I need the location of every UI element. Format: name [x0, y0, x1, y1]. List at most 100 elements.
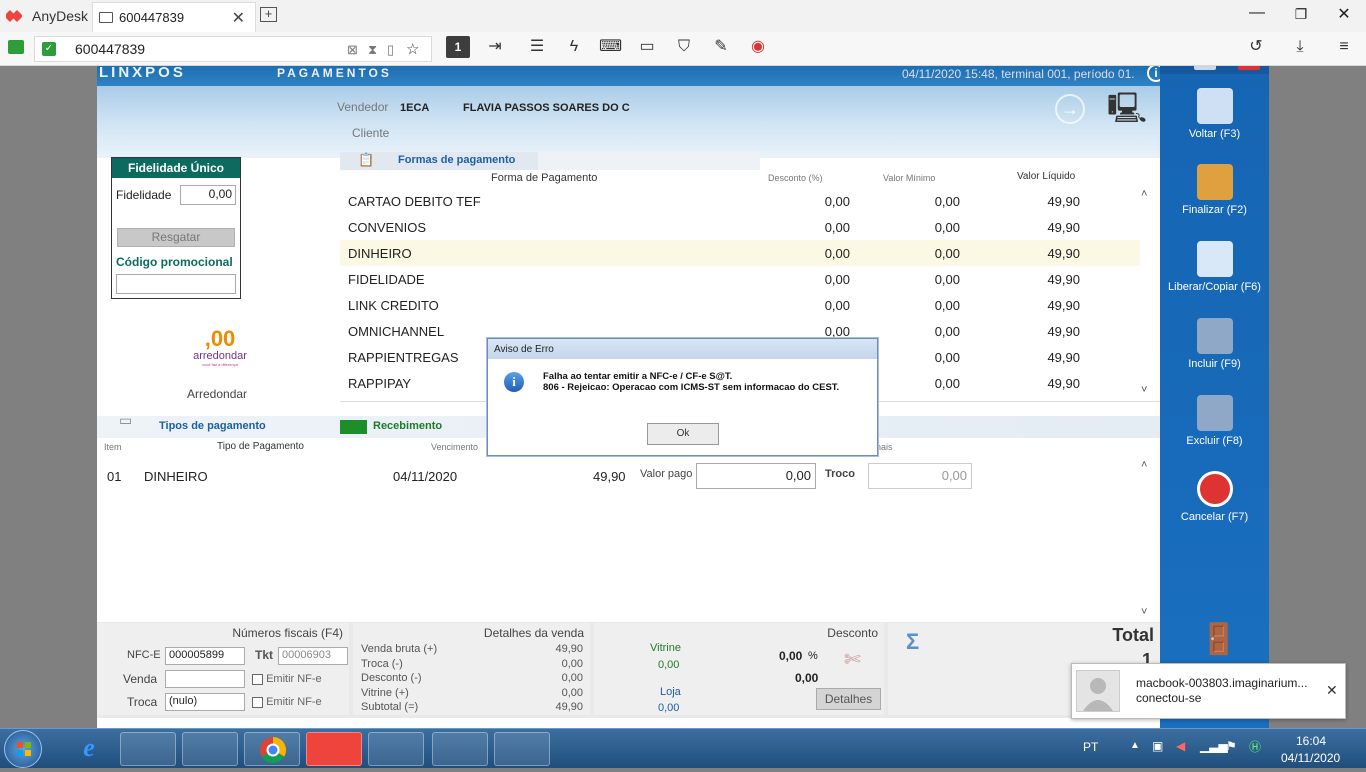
ok-button[interactable]: Ok [647, 423, 719, 445]
close-app-icon[interactable] [1238, 66, 1260, 70]
venda-input[interactable] [165, 670, 245, 688]
anydesk-task-icon[interactable] [306, 732, 362, 766]
detalhes-button[interactable]: Detalhes [816, 688, 881, 710]
forma-row[interactable]: DINHEIRO 0,00 0,00 49,90 [340, 240, 1140, 266]
valor-pago-label: Valor pago [640, 468, 693, 480]
payment-row[interactable]: 01 DINHEIRO 04/11/2020 49,90 Valor pago … [97, 461, 1160, 489]
close-window-button[interactable]: ✕ [1329, 4, 1359, 24]
forma-row[interactable]: CARTAO DEBITO TEF 0,00 0,00 49,90 [340, 188, 1140, 214]
record-session-icon[interactable]: ◉ [747, 37, 769, 57]
vitrine-label: Vitrine [650, 642, 681, 654]
emitir-nfe-checkbox[interactable] [252, 673, 263, 685]
valor-pago-input[interactable]: 0,00 [696, 463, 816, 489]
volume-muted-icon[interactable]: ◀ [1176, 739, 1185, 753]
minimize-app-icon[interactable] [1194, 66, 1216, 70]
sidebar-button-3[interactable]: Liberar/Copiar (F6) [1160, 241, 1269, 293]
internet-explorer-icon[interactable]: e [66, 733, 112, 765]
sidebar-button-label: Excluir (F8) [1186, 435, 1243, 447]
actions-lightning-icon[interactable]: ϟ [563, 37, 585, 57]
signal-icon[interactable]: ▁▃▅ [1200, 739, 1228, 753]
lock-icon[interactable]: ▯ [387, 42, 394, 58]
numeros-fiscais-title[interactable]: Números fiscais (F4) [232, 626, 343, 640]
minimize-button[interactable]: — [1242, 4, 1272, 22]
codigo-promocional-label: Código promocional [116, 255, 233, 269]
tray-expand-icon[interactable]: ▲ [1130, 740, 1140, 751]
download-icon[interactable]: ⤓ [1289, 37, 1311, 57]
add-register-icon [1196, 318, 1233, 354]
app-task-icon[interactable] [368, 732, 424, 766]
recebimento-tab-label[interactable]: Recebimento [373, 420, 442, 432]
detalhes-venda-panel: Detalhes da venda Venda bruta (+) 49,90 Tr… [353, 623, 590, 715]
chat-icon[interactable]: ☰ [526, 37, 548, 57]
pay-scroll-down-icon[interactable]: ˅ [1141, 606, 1147, 618]
vendedor-code: 1ECA [400, 102, 430, 114]
codigo-promocional-input[interactable] [116, 274, 236, 294]
payment-vencimento: 04/11/2020 [393, 469, 458, 484]
nfce-input[interactable]: 000005899 [165, 647, 245, 665]
keyboard-icon[interactable]: ⌨ [599, 37, 622, 57]
chrome-icon[interactable] [244, 732, 300, 766]
scroll-up-icon[interactable]: ˄ [1141, 188, 1147, 200]
hourglass-icon[interactable]: ⧗ [368, 42, 377, 58]
troca-input[interactable]: (nulo) [165, 693, 245, 711]
display-settings-icon[interactable]: ▭ [636, 37, 658, 57]
unattended-icon[interactable]: ⊠ [347, 42, 358, 58]
tipos-tab-label[interactable]: Tipos de pagamento [159, 420, 266, 432]
whiteboard-pen-icon[interactable]: ✎ [710, 37, 732, 57]
tray-app-icon[interactable]: Ⓗ [1249, 738, 1261, 755]
file-explorer-icon[interactable] [120, 732, 176, 766]
sidebar-button-6[interactable]: Cancelar (F7) [1160, 471, 1269, 523]
sidebar-button-2[interactable]: Finalizar (F2) [1160, 164, 1269, 216]
monitor-icon [99, 12, 113, 23]
remote-desktop-task-icon[interactable] [494, 732, 550, 766]
arredondar-logo[interactable]: ,00 arredondar você faz a diferença [190, 328, 250, 368]
permissions-shield-icon[interactable]: ⛉ [673, 37, 695, 57]
forma-cell: FIDELIDADE [348, 272, 425, 287]
emitir-nfe-label: Emitir NF-e [266, 673, 322, 685]
fidelidade-input[interactable]: 0,00 [180, 185, 236, 205]
favorite-star-icon[interactable]: ☆ [406, 40, 419, 58]
menu-icon[interactable]: ≡ [1333, 37, 1355, 57]
clock-date[interactable]: 04/11/2020 [1281, 751, 1340, 765]
close-tab-icon[interactable]: ✕ [232, 8, 245, 28]
emitir-nfe-troca[interactable]: Emitir NF-e [252, 696, 322, 708]
tools-task-icon[interactable] [432, 732, 488, 766]
address-bar[interactable]: ✓ 600447839 ⊠ ⧗ ▯ ☆ [34, 36, 432, 62]
sidebar-button-1[interactable]: Voltar (F3) [1160, 88, 1269, 140]
formas-tab[interactable]: 📋 Formas de pagamento [340, 152, 538, 170]
tkt-input[interactable]: 00006903 [278, 647, 348, 665]
exit-door-icon[interactable]: 🚪 [1200, 622, 1237, 662]
valor-minimo-cell: 0,00 [934, 376, 960, 391]
sidebar-button-5[interactable]: Excluir (F8) [1160, 395, 1269, 447]
start-button[interactable] [4, 730, 42, 768]
payment-valor: 49,90 [593, 469, 626, 484]
maximize-button[interactable]: ❐ [1286, 6, 1316, 23]
forma-row[interactable]: LINK CREDITO 0,00 0,00 49,90 [340, 292, 1140, 318]
resgatar-button[interactable]: Resgatar [117, 228, 235, 247]
clock-time[interactable]: 16:04 [1296, 734, 1326, 748]
connection-toast: macbook-003803.imaginarium... conectou-s… [1071, 663, 1346, 719]
history-icon[interactable]: ↺ [1245, 37, 1267, 57]
language-indicator[interactable]: PT [1083, 740, 1098, 754]
display-selector-button[interactable]: 1 [446, 36, 470, 58]
action-center-flag-icon[interactable]: ⚑ [1226, 739, 1237, 753]
session-tab[interactable]: 600447839 ✕ [92, 2, 256, 32]
dialog-line1: Falha ao tentar emitir a NFC-e / CF-e S@… [543, 371, 733, 382]
toast-close-icon[interactable]: ✕ [1326, 682, 1338, 699]
arredondar-link[interactable]: Arredondar [187, 387, 247, 401]
emitir-nfe-venda[interactable]: Emitir NF-e [252, 673, 322, 685]
tray-device-icon[interactable]: ▣ [1152, 739, 1163, 753]
arredondar-tagline: você faz a diferença [202, 362, 238, 367]
emitir-nfe-troca-checkbox[interactable] [252, 696, 263, 708]
scroll-down-icon[interactable]: ˅ [1141, 384, 1147, 396]
media-player-icon[interactable] [182, 732, 238, 766]
sidebar-button-4[interactable]: Incluir (F9) [1160, 318, 1269, 370]
desconto-coupon-icon[interactable]: ✄ [844, 647, 878, 675]
forma-row[interactable]: FIDELIDADE 0,00 0,00 49,90 [340, 266, 1140, 292]
valor-liquido-cell: 49,90 [1047, 324, 1080, 339]
pay-scroll-up-icon[interactable]: ˄ [1141, 459, 1147, 471]
file-transfer-icon[interactable]: ⇥ [484, 37, 506, 57]
new-tab-button[interactable]: + [260, 7, 277, 22]
forward-arrow-icon[interactable]: → [1055, 94, 1085, 124]
forma-row[interactable]: CONVENIOS 0,00 0,00 49,90 [340, 214, 1140, 240]
